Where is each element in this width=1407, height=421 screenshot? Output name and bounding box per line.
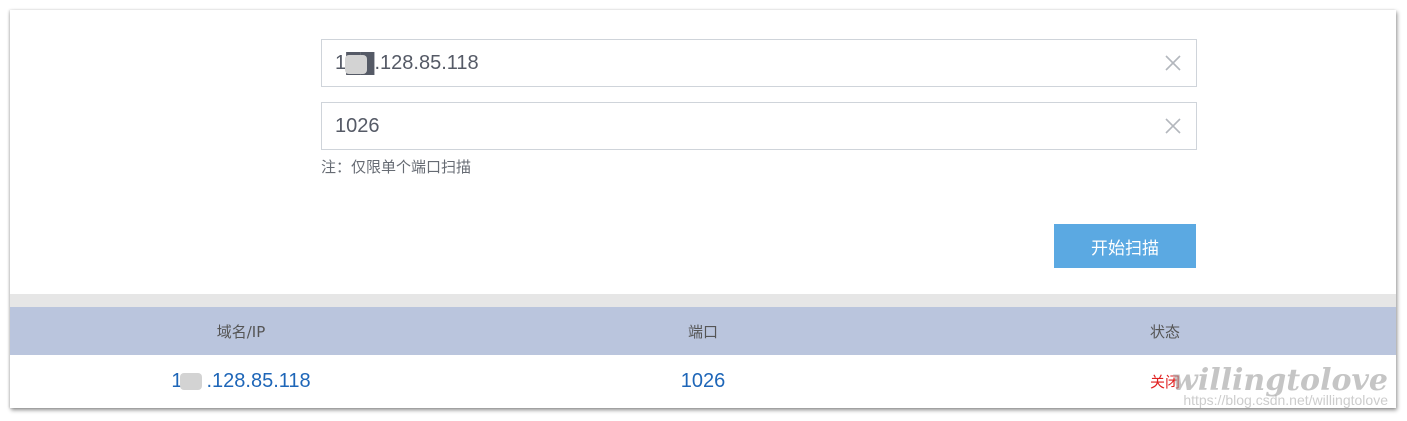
port-note: 注：仅限单个端口扫描 xyxy=(321,158,472,176)
start-scan-button[interactable]: 开始扫描 xyxy=(1054,224,1196,268)
table-row: 1.128.85.118 1026 关闭 xyxy=(10,355,1396,408)
host-input[interactable] xyxy=(322,40,1155,86)
close-icon[interactable] xyxy=(1164,117,1182,135)
column-header-port: 端口 xyxy=(472,307,934,355)
port-input[interactable] xyxy=(322,103,1155,149)
port-cell: 1026 xyxy=(680,370,726,392)
host-field[interactable] xyxy=(321,39,1197,87)
host-link[interactable]: 1.128.85.118 xyxy=(171,370,310,393)
close-icon[interactable] xyxy=(1164,54,1182,72)
host-cell: 1.128.85.118 xyxy=(10,355,472,408)
section-divider xyxy=(10,294,1396,307)
redaction-mask xyxy=(180,373,203,390)
port-field[interactable] xyxy=(321,102,1197,150)
status-cell: 关闭 xyxy=(1149,373,1180,391)
column-header-status: 状态 xyxy=(934,307,1396,355)
redaction-mask xyxy=(345,55,367,74)
host-suffix: .128.85.118 xyxy=(206,370,311,392)
results-table: 域名/IP 端口 状态 1.128.85.118 1026 关闭 xyxy=(10,307,1396,408)
column-header-host: 域名/IP xyxy=(10,307,472,355)
table-header-row: 域名/IP 端口 状态 xyxy=(10,307,1396,355)
port-scan-panel: 注：仅限单个端口扫描 开始扫描 域名/IP 端口 状态 1.128.85.118… xyxy=(10,10,1396,408)
